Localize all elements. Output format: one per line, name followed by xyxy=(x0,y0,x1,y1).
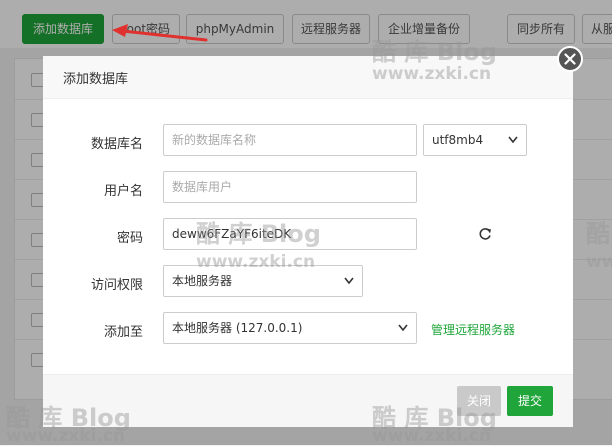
dialog-header: 添加数据库 xyxy=(43,56,573,99)
refresh-icon[interactable] xyxy=(478,227,492,241)
add-to-value: 本地服务器 (127.0.0.1) xyxy=(172,321,303,335)
password-label: 密码 xyxy=(116,231,143,246)
submit-button[interactable]: 提交 xyxy=(507,386,553,416)
cancel-button[interactable]: 关闭 xyxy=(457,386,501,416)
access-select[interactable]: 本地服务器 xyxy=(163,265,363,297)
annotation-arrow-icon xyxy=(112,24,208,42)
add-database-dialog: 添加数据库 数据库名 utf8mb4 用户名 密码 访问权限 本地服务器 添加至… xyxy=(43,56,573,427)
access-label: 访问权限 xyxy=(90,278,143,293)
db-name-label: 数据库名 xyxy=(90,137,143,152)
username-input[interactable] xyxy=(163,171,417,203)
charset-value: utf8mb4 xyxy=(432,133,484,147)
password-input[interactable] xyxy=(163,218,417,250)
charset-select[interactable]: utf8mb4 xyxy=(423,124,527,156)
chevron-down-icon xyxy=(344,277,354,285)
chevron-down-icon xyxy=(508,136,518,144)
dialog-footer: 关闭 提交 xyxy=(43,374,573,427)
chevron-down-icon xyxy=(398,324,408,332)
username-label: 用户名 xyxy=(103,184,143,199)
close-dialog-button[interactable] xyxy=(557,46,583,72)
add-to-label: 添加至 xyxy=(103,325,143,340)
manage-remote-server-link[interactable]: 管理远程服务器 xyxy=(431,321,515,338)
access-value: 本地服务器 xyxy=(172,274,233,288)
add-to-select[interactable]: 本地服务器 (127.0.0.1) xyxy=(163,312,417,344)
close-icon xyxy=(564,53,576,65)
db-name-input[interactable] xyxy=(163,124,417,156)
dialog-title: 添加数据库 xyxy=(63,72,129,87)
